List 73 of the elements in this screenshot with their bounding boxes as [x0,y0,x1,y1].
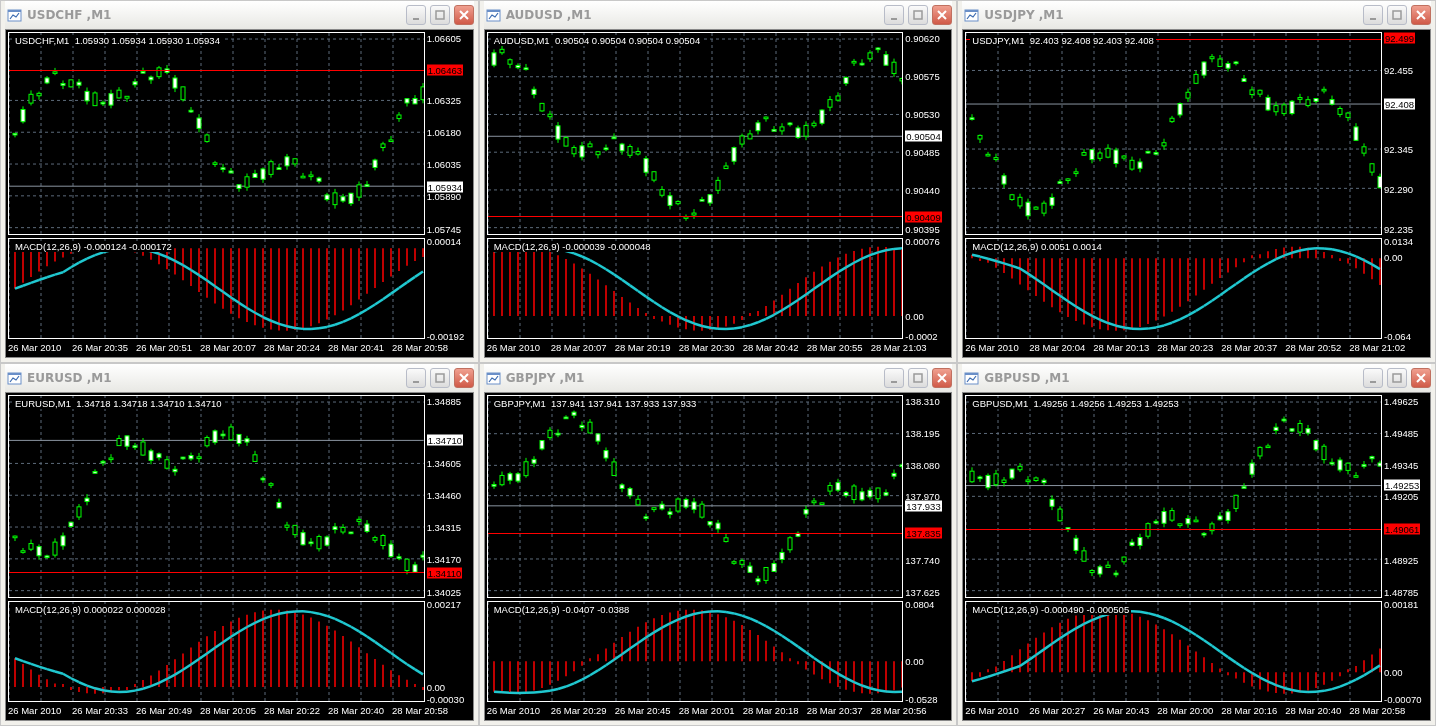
time-label: 28 Mar 20:13 [1093,341,1151,353]
time-label: 26 Mar 2010 [965,704,1020,716]
time-label: 26 Mar 2010 [8,704,63,716]
time-label: 28 Mar 20:19 [614,341,672,353]
time-label: 28 Mar 21:03 [870,341,928,353]
time-label: 28 Mar 20:23 [1157,341,1215,353]
bid-price-label: 1.34710 [426,434,463,446]
time-label: 26 Mar 2010 [965,341,1020,353]
line-price-label: 1.34110 [426,567,463,579]
time-label: 28 Mar 20:18 [742,704,800,716]
time-label: 28 Mar 20:40 [328,704,385,716]
chart-legend: GBPUSD,M1 1.49256 1.49256 1.49253 1.49253 [970,398,1181,409]
time-label: 26 Mar 20:29 [550,704,608,716]
time-label: 26 Mar 2010 [8,341,63,353]
chart-legend: GBPJPY,M1 137.941 137.941 137.933 137.933 [491,398,699,409]
macd-legend: MACD(12,26,9) 0.000022 0.000028 [13,603,168,615]
time-label: 28 Mar 20:40 [1285,704,1343,716]
chart-legend: AUDUSD,M1 0.90504 0.90504 0.90504 0.90504 [491,35,703,46]
time-label: 28 Mar 20:30 [678,341,736,353]
time-label: 26 Mar 20:43 [1093,704,1151,716]
time-label: 26 Mar 2010 [486,341,541,353]
window-title: USDCHF ,M1 [27,8,112,22]
window-title: USDJPY ,M1 [984,8,1064,22]
time-label: 28 Mar 20:04 [1029,341,1087,353]
time-label: 28 Mar 20:58 [1349,704,1407,716]
macd-legend: MACD(12,26,9) -0.000124 -0.000172 [13,240,174,252]
line-price-label: 137.835 [905,527,942,539]
time-label: 28 Mar 21:02 [1349,341,1407,353]
time-label: 28 Mar 20:05 [200,704,257,716]
line-price-label: 92.499 [1384,32,1416,44]
macd-legend: MACD(12,26,9) 0.0051 0.0014 [970,240,1104,252]
bid-price-label: 92.408 [1384,98,1416,110]
bid-price-label: 1.05934 [426,181,463,193]
time-label: 26 Mar 20:27 [1029,704,1087,716]
time-label: 28 Mar 20:22 [264,704,321,716]
time-label: 28 Mar 20:16 [1221,704,1279,716]
time-label: 28 Mar 20:37 [806,704,864,716]
time-label: 28 Mar 20:37 [1221,341,1279,353]
macd-legend: MACD(12,26,9) -0.000039 -0.000048 [491,240,653,252]
window-title: AUDUSD ,M1 [505,8,592,22]
bid-price-label: 137.933 [905,500,942,512]
time-label: 26 Mar 20:45 [614,704,672,716]
price-tick: 0.90440 [905,185,940,196]
time-label: 28 Mar 20:52 [1285,341,1343,353]
chart-legend: USDCHF,M1 1.05930 1.05934 1.05930 1.05934 [13,35,222,46]
time-label: 26 Mar 2010 [486,704,541,716]
line-price-label: 1.49061 [1384,523,1421,535]
time-label: 28 Mar 20:42 [742,341,800,353]
bid-price-label: 1.49253 [1384,479,1421,491]
time-label: 28 Mar 20:56 [870,704,928,716]
time-label: 26 Mar 20:51 [136,341,193,353]
line-price-label: 1.06463 [426,64,463,76]
time-label: 28 Mar 20:24 [264,341,321,353]
macd-legend: MACD(12,26,9) -0.0407 -0.0388 [491,603,632,615]
time-label: 28 Mar 20:07 [200,341,257,353]
time-label: 26 Mar 20:35 [72,341,129,353]
time-label: 26 Mar 20:49 [136,704,193,716]
time-label: 28 Mar 20:07 [550,341,608,353]
time-label: 26 Mar 20:33 [72,704,129,716]
line-price-label: 0.90409 [905,211,942,223]
time-label: 28 Mar 20:01 [678,704,736,716]
chart-legend: USDJPY,M1 92.403 92.408 92.403 92.408 [970,35,1156,46]
time-label: 28 Mar 20:58 [392,341,449,353]
window-title: EURUSD ,M1 [27,371,112,385]
window-title: GBPUSD ,M1 [984,371,1070,385]
time-label: 28 Mar 20:41 [328,341,385,353]
time-label: 28 Mar 20:55 [806,341,864,353]
time-label: 28 Mar 20:58 [392,704,449,716]
time-label: 28 Mar 20:00 [1157,704,1215,716]
window-title: GBPJPY ,M1 [505,371,585,385]
chart-legend: EURUSD,M1 1.34718 1.34718 1.34710 1.34710 [13,398,224,409]
bid-price-label: 0.90504 [905,130,942,142]
macd-legend: MACD(12,26,9) -0.000490 -0.000505 [970,603,1132,615]
